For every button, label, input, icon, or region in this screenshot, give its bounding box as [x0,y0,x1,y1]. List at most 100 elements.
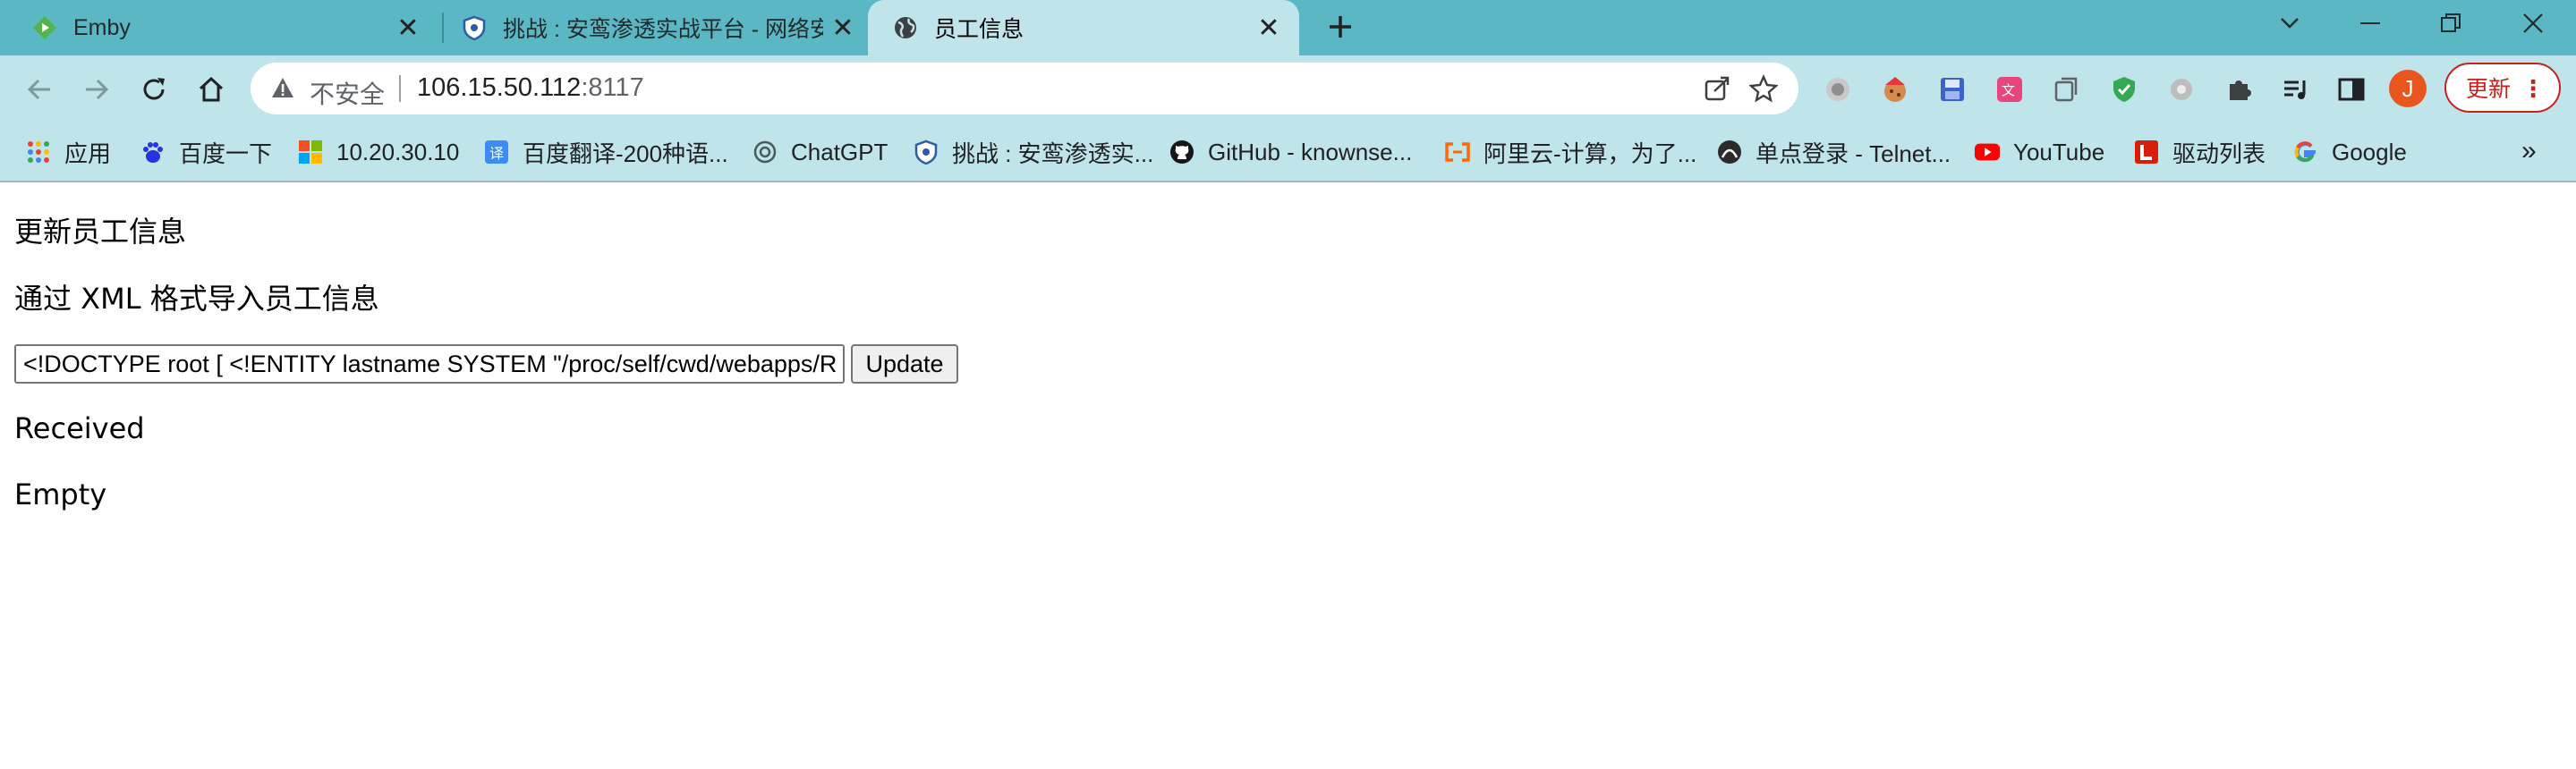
omnibox-divider [399,75,401,102]
bookmark-driver-list[interactable]: 驱动列表 [2133,134,2266,170]
emby-icon [32,15,57,40]
tab-title: 挑战 : 安鸾渗透实战平台 - 网络安 [503,17,823,42]
close-icon[interactable]: ✕ [1254,13,1283,43]
translate-icon[interactable]: 文 [1988,68,2031,111]
menu-dots-icon[interactable]: ⋮ [2521,75,2545,103]
restore-icon [2441,13,2461,32]
chatgpt-icon [752,139,778,165]
shield-icon [462,15,487,40]
bookmark-aliyun[interactable]: 阿里云-计算，为了... [1444,134,1696,170]
arrow-left-icon [27,79,50,100]
svg-text:译: 译 [489,145,504,162]
warning-icon[interactable] [270,75,295,105]
bookmark-baidu[interactable]: 百度一下 [140,134,272,170]
new-tab-button[interactable] [1322,9,1358,45]
bookmark-challenge[interactable]: 挑战 : 安鸾渗透实... [913,134,1153,170]
bookmark-star-icon[interactable] [1748,73,1779,104]
browser-update-button[interactable]: 更新 ⋮ [2444,63,2561,113]
youtube-icon [1974,139,2001,165]
tab-emby[interactable]: Emby ✕ [0,0,438,55]
tab-title: Emby [73,14,131,40]
baidu-icon [140,139,166,165]
reload-button[interactable] [132,68,175,111]
google-icon [2292,139,2319,165]
globe-icon [893,15,918,40]
bookmark-telnet[interactable]: 单点登录 - Telnet... [1716,134,1951,170]
bookmark-label: 驱动列表 [2172,139,2266,167]
apps-grid-icon [25,139,52,165]
side-panel-icon[interactable] [2330,68,2373,111]
tab-strip: Emby ✕ 挑战 : 安鸾渗透实战平台 - 网络安 ✕ 员工信息 ✕ [0,0,2576,55]
url-host: 106.15.50.112 [417,73,582,102]
tab-title: 员工信息 [934,17,1024,42]
baidu-translate-icon: 译 [483,139,510,165]
extensions-puzzle-icon[interactable] [2217,68,2260,111]
tab-challenge[interactable]: 挑战 : 安鸾渗透实战平台 - 网络安 ✕ [446,0,866,55]
bookmarks-overflow-icon[interactable]: » [2521,136,2537,166]
github-icon [1169,139,1195,165]
security-label[interactable]: 不安全 [310,75,385,111]
bookmark-label: Google [2332,138,2407,165]
home-icon [199,76,224,102]
media-queue-icon[interactable] [2274,68,2317,111]
xml-input[interactable] [14,344,845,384]
tab-employee-info[interactable]: 员工信息 ✕ [868,0,1299,55]
status-empty: Empty [14,477,107,511]
bookmark-apps[interactable]: 应用 [25,134,111,170]
save-icon[interactable] [1931,68,1974,111]
bookmark-label: 百度翻译-200种语... [523,139,728,167]
reload-icon [143,78,165,100]
profile-avatar[interactable]: J [2389,70,2427,107]
bookmark-label: 挑战 : 安鸾渗透实... [952,139,1154,167]
browser-toolbar: 不安全 106.15.50.112:8117 文 J 更新 ⋮ [0,55,2576,123]
chevron-down-icon [2281,18,2299,29]
restore-button[interactable] [2410,0,2491,46]
extension-globe-icon[interactable] [1816,68,1859,111]
bookmark-label: YouTube [2013,138,2105,165]
shield-check-icon[interactable] [2103,68,2146,111]
telnet-icon [1716,139,1743,165]
page-content: 更新员工信息 通过 XML 格式导入员工信息 Update Received E… [0,182,2576,769]
tab-search-button[interactable] [2249,0,2330,46]
bookmarks-bar: 应用 百度一下 10.20.30.10 译 百度翻译-200种语... Chat… [0,123,2576,182]
plus-icon [1330,16,1351,38]
close-icon [2523,13,2543,33]
bookmark-youtube[interactable]: YouTube [1974,134,2104,170]
bookmark-label: 10.20.30.10 [336,138,460,165]
update-button[interactable]: Update [851,344,958,384]
status-received: Received [14,411,145,445]
bookmark-google[interactable]: Google [2292,134,2407,170]
close-icon[interactable]: ✕ [394,13,422,43]
bookmark-chatgpt[interactable]: ChatGPT [752,134,888,170]
tab-separator [442,13,444,43]
url-text[interactable]: 106.15.50.112:8117 [417,73,644,103]
address-bar[interactable]: 不安全 106.15.50.112:8117 [251,63,1798,114]
driver-list-icon [2133,139,2160,165]
bookmark-label: GitHub - knownse... [1208,138,1413,165]
bookmark-github[interactable]: GitHub - knownse... [1169,134,1412,170]
forward-button[interactable] [75,68,118,111]
back-button[interactable] [18,68,61,111]
extension-gear-icon[interactable] [2160,68,2203,111]
extension-cookie-icon[interactable] [1874,68,1917,111]
shield-icon [913,139,939,165]
bookmark-label: 应用 [64,139,112,167]
bookmark-label: 百度一下 [179,139,273,167]
update-label: 更新 [2466,77,2512,102]
close-window-button[interactable] [2493,0,2573,46]
share-icon[interactable] [1702,73,1732,104]
bookmark-baidu-translate[interactable]: 译 百度翻译-200种语... [483,134,728,170]
svg-text:文: 文 [2002,82,2015,98]
home-button[interactable] [190,68,233,111]
aliyun-icon [1444,139,1471,165]
minimize-icon [2360,22,2380,24]
copy-icon[interactable] [2045,68,2088,111]
url-port: :8117 [581,73,644,102]
minimize-button[interactable] [2330,0,2410,46]
arrow-right-icon [86,79,109,100]
bookmark-label: 阿里云-计算，为了... [1484,139,1697,167]
close-icon[interactable]: ✕ [829,13,857,43]
bookmark-label: ChatGPT [791,138,888,165]
page-subtitle: 通过 XML 格式导入员工信息 [14,282,379,316]
bookmark-ip[interactable]: 10.20.30.10 [297,134,459,170]
